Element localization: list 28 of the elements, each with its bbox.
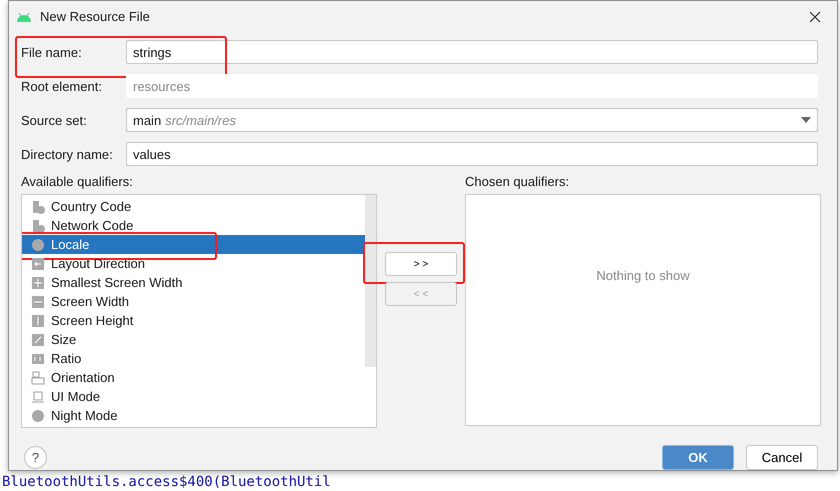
qualifier-item[interactable]: Ratio (22, 349, 365, 368)
field-label: Source set: (21, 112, 88, 128)
field-label: Root element: (21, 78, 103, 94)
qualifier-item[interactable]: Night Mode (22, 406, 365, 425)
move-button[interactable]: > > (385, 252, 457, 276)
empty-message: Nothing to show (596, 268, 690, 284)
qualifier-item[interactable]: Screen Height (22, 311, 365, 330)
qualifier-item[interactable]: Country Code (22, 197, 365, 216)
cancel-button[interactable]: Cancel (746, 445, 818, 470)
qualifier-item[interactable]: UI Mode (22, 387, 365, 406)
qualifier-item[interactable]: Screen Width (22, 292, 365, 311)
list-label: Chosen qualifiers: (465, 174, 570, 189)
help-button[interactable]: ? (24, 446, 47, 469)
text-field[interactable]: values (126, 142, 818, 166)
qualifier-item[interactable]: Network Code (22, 216, 365, 235)
text-field[interactable]: strings (126, 40, 818, 64)
qualifier-item[interactable]: Orientation (22, 368, 365, 387)
ok-button[interactable]: OK (662, 445, 734, 470)
qualifier-item[interactable]: Locale (22, 235, 365, 254)
list-label: Available qualifiers: (21, 174, 134, 189)
qualifier-item[interactable]: Smallest Screen Width (22, 273, 365, 292)
window-title: New Resource File (40, 9, 151, 24)
qualifier-item[interactable]: Size (22, 330, 365, 349)
source-set-dropdown[interactable]: main src/main/res (126, 108, 818, 132)
code-line: BluetoothUtils.access$400(BluetoothUtil (1, 474, 331, 490)
qualifier-item[interactable]: Layout Direction (22, 254, 365, 273)
field-label: File name: (21, 44, 83, 60)
field-label: Directory name: (21, 146, 114, 162)
